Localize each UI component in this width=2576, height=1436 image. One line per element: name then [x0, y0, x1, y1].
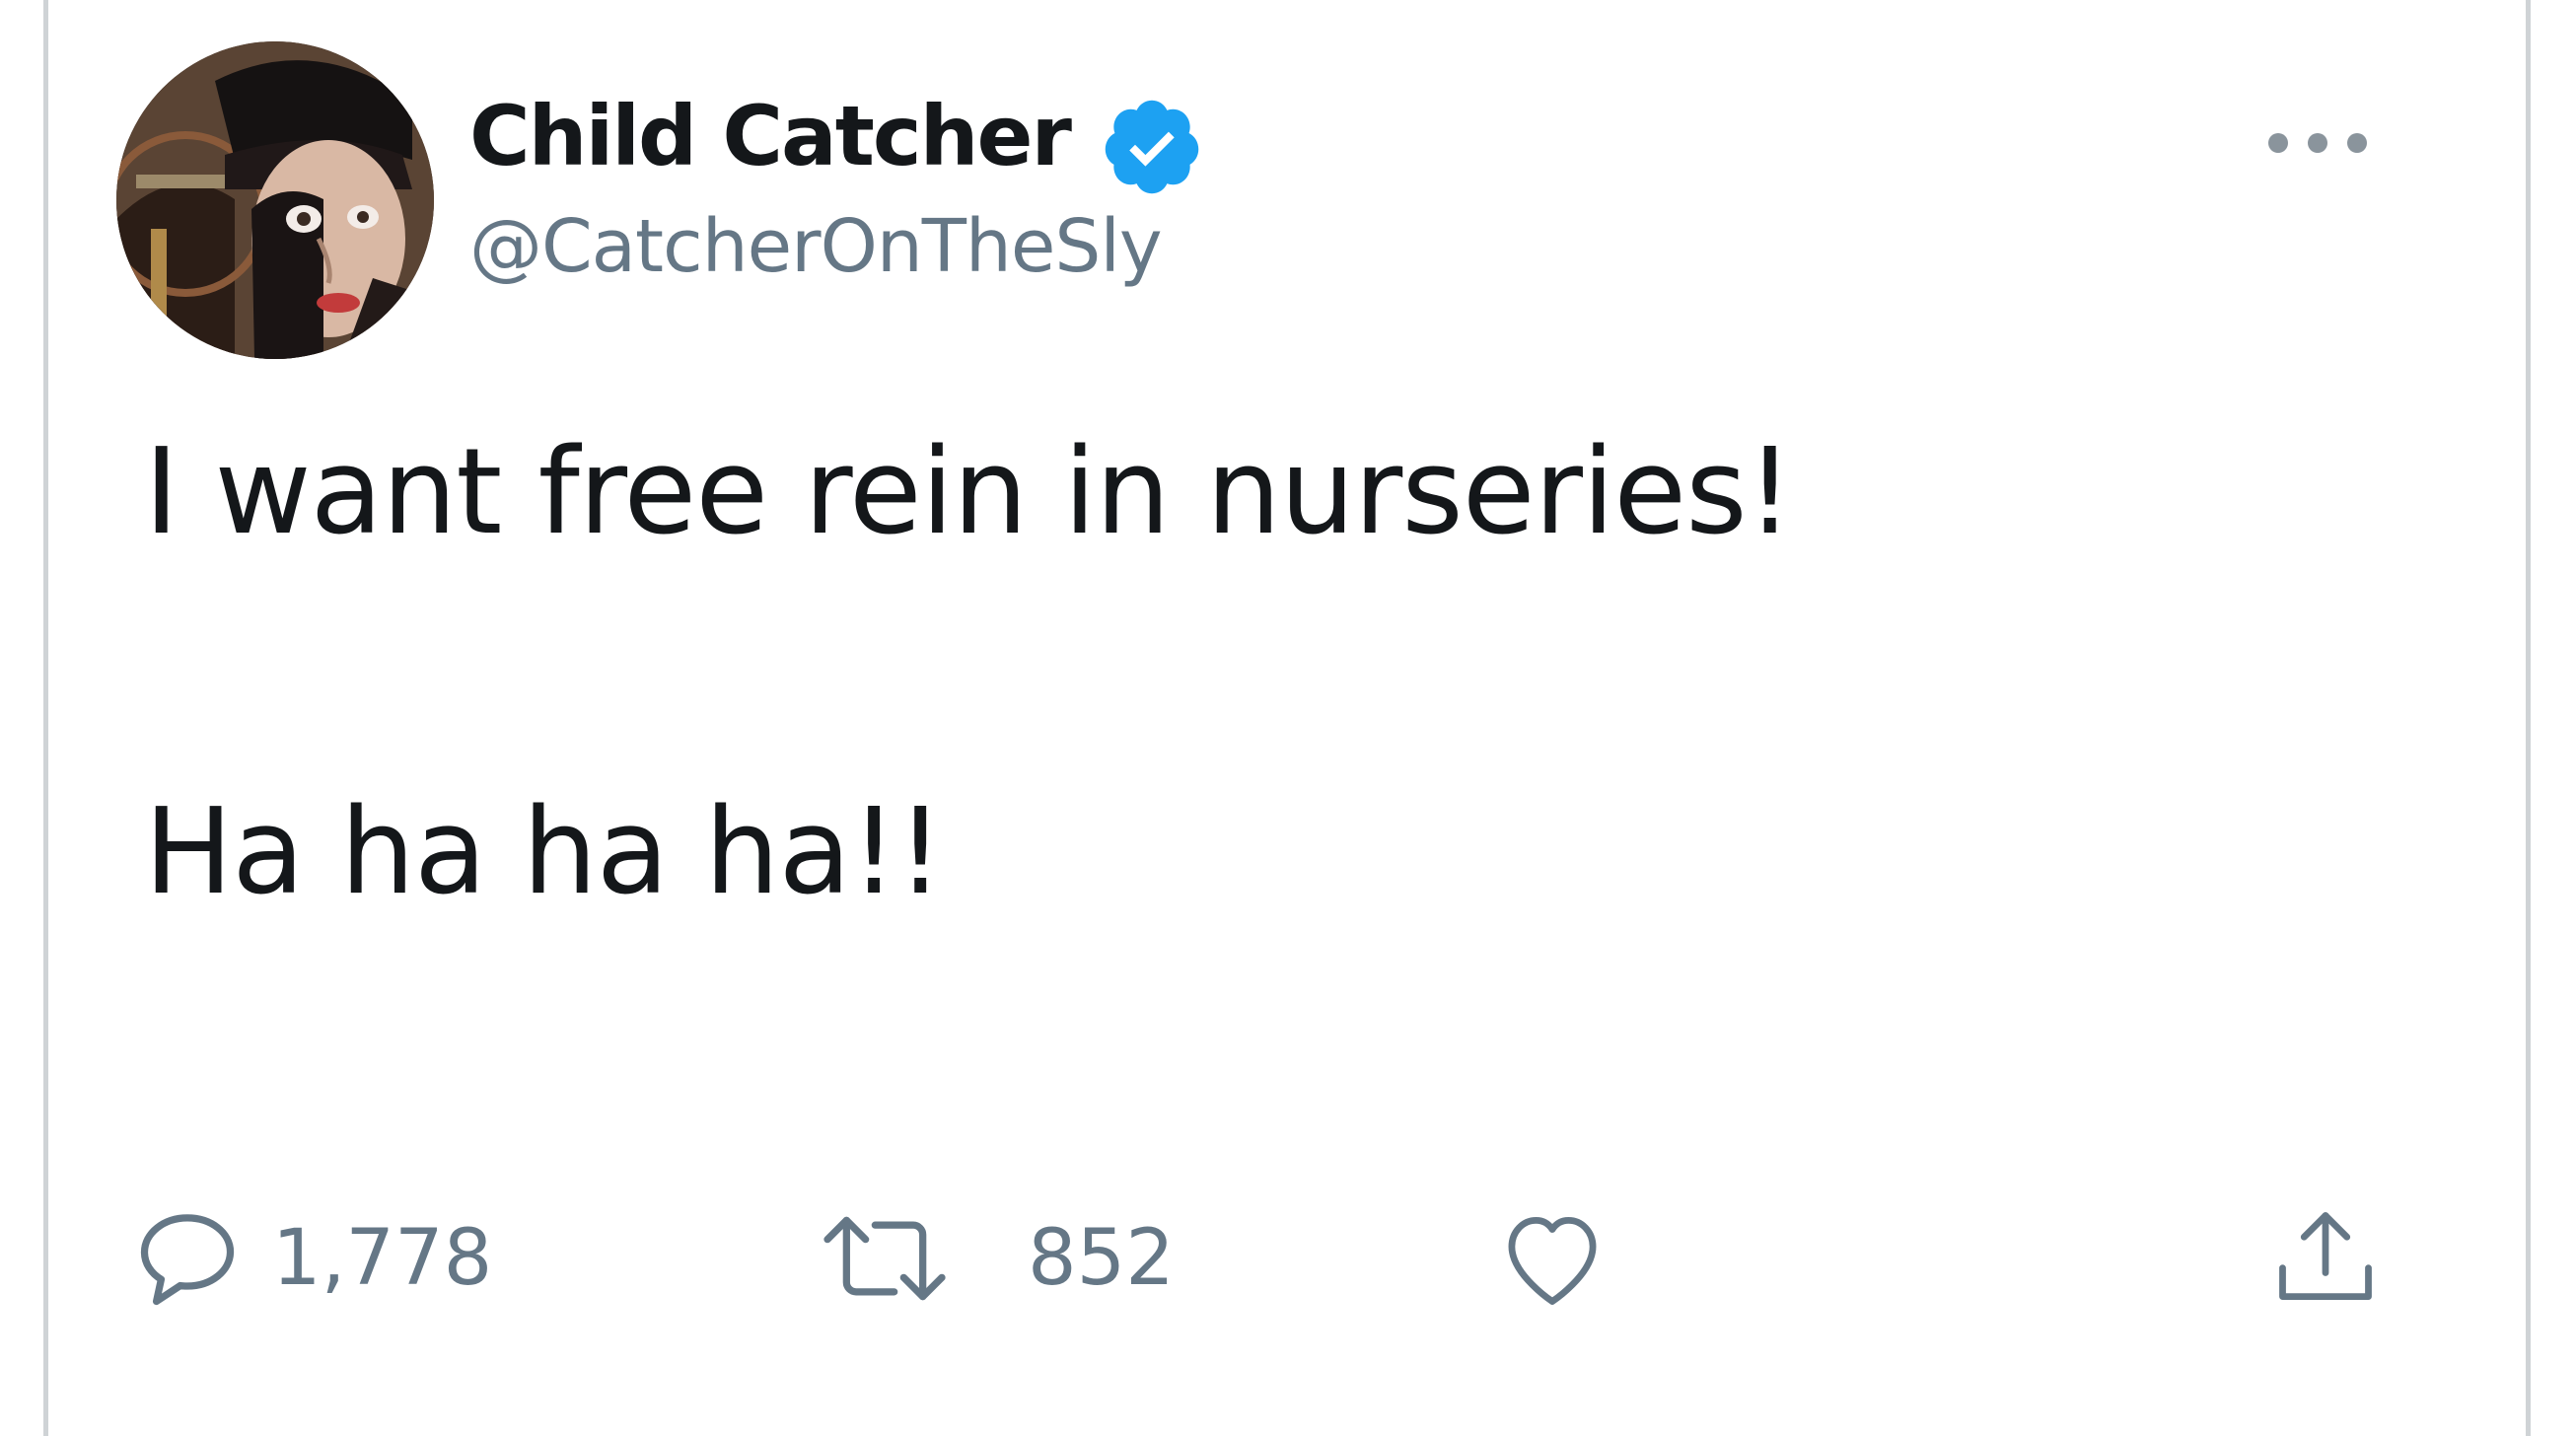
reply-icon [140, 1214, 235, 1306]
heart-icon [1508, 1216, 1597, 1305]
verified-badge-icon [1099, 94, 1205, 200]
user-handle[interactable]: @CatcherOnTheSly [469, 202, 1163, 291]
like-button[interactable] [1493, 1199, 1611, 1318]
more-horizontal-icon[interactable] [2268, 118, 2367, 168]
avatar[interactable] [116, 41, 434, 359]
reply-button[interactable]: 1,778 [130, 1199, 492, 1318]
tweet-text-line: Ha ha ha ha!! [144, 784, 944, 921]
share-button[interactable] [2266, 1199, 2385, 1318]
avatar-image [116, 41, 434, 359]
more-dot [2268, 133, 2288, 153]
more-dot [2308, 133, 2327, 153]
retweet-button[interactable]: 852 [811, 1199, 1175, 1318]
more-dot [2347, 133, 2367, 153]
reply-count: 1,778 [272, 1214, 493, 1303]
retweet-count: 852 [1028, 1214, 1175, 1303]
share-icon [2279, 1212, 2372, 1301]
tweet-text-line: I want free rein in nurseries! [144, 424, 1794, 561]
display-name[interactable]: Child Catcher [469, 87, 1072, 185]
retweet-icon [823, 1216, 946, 1301]
